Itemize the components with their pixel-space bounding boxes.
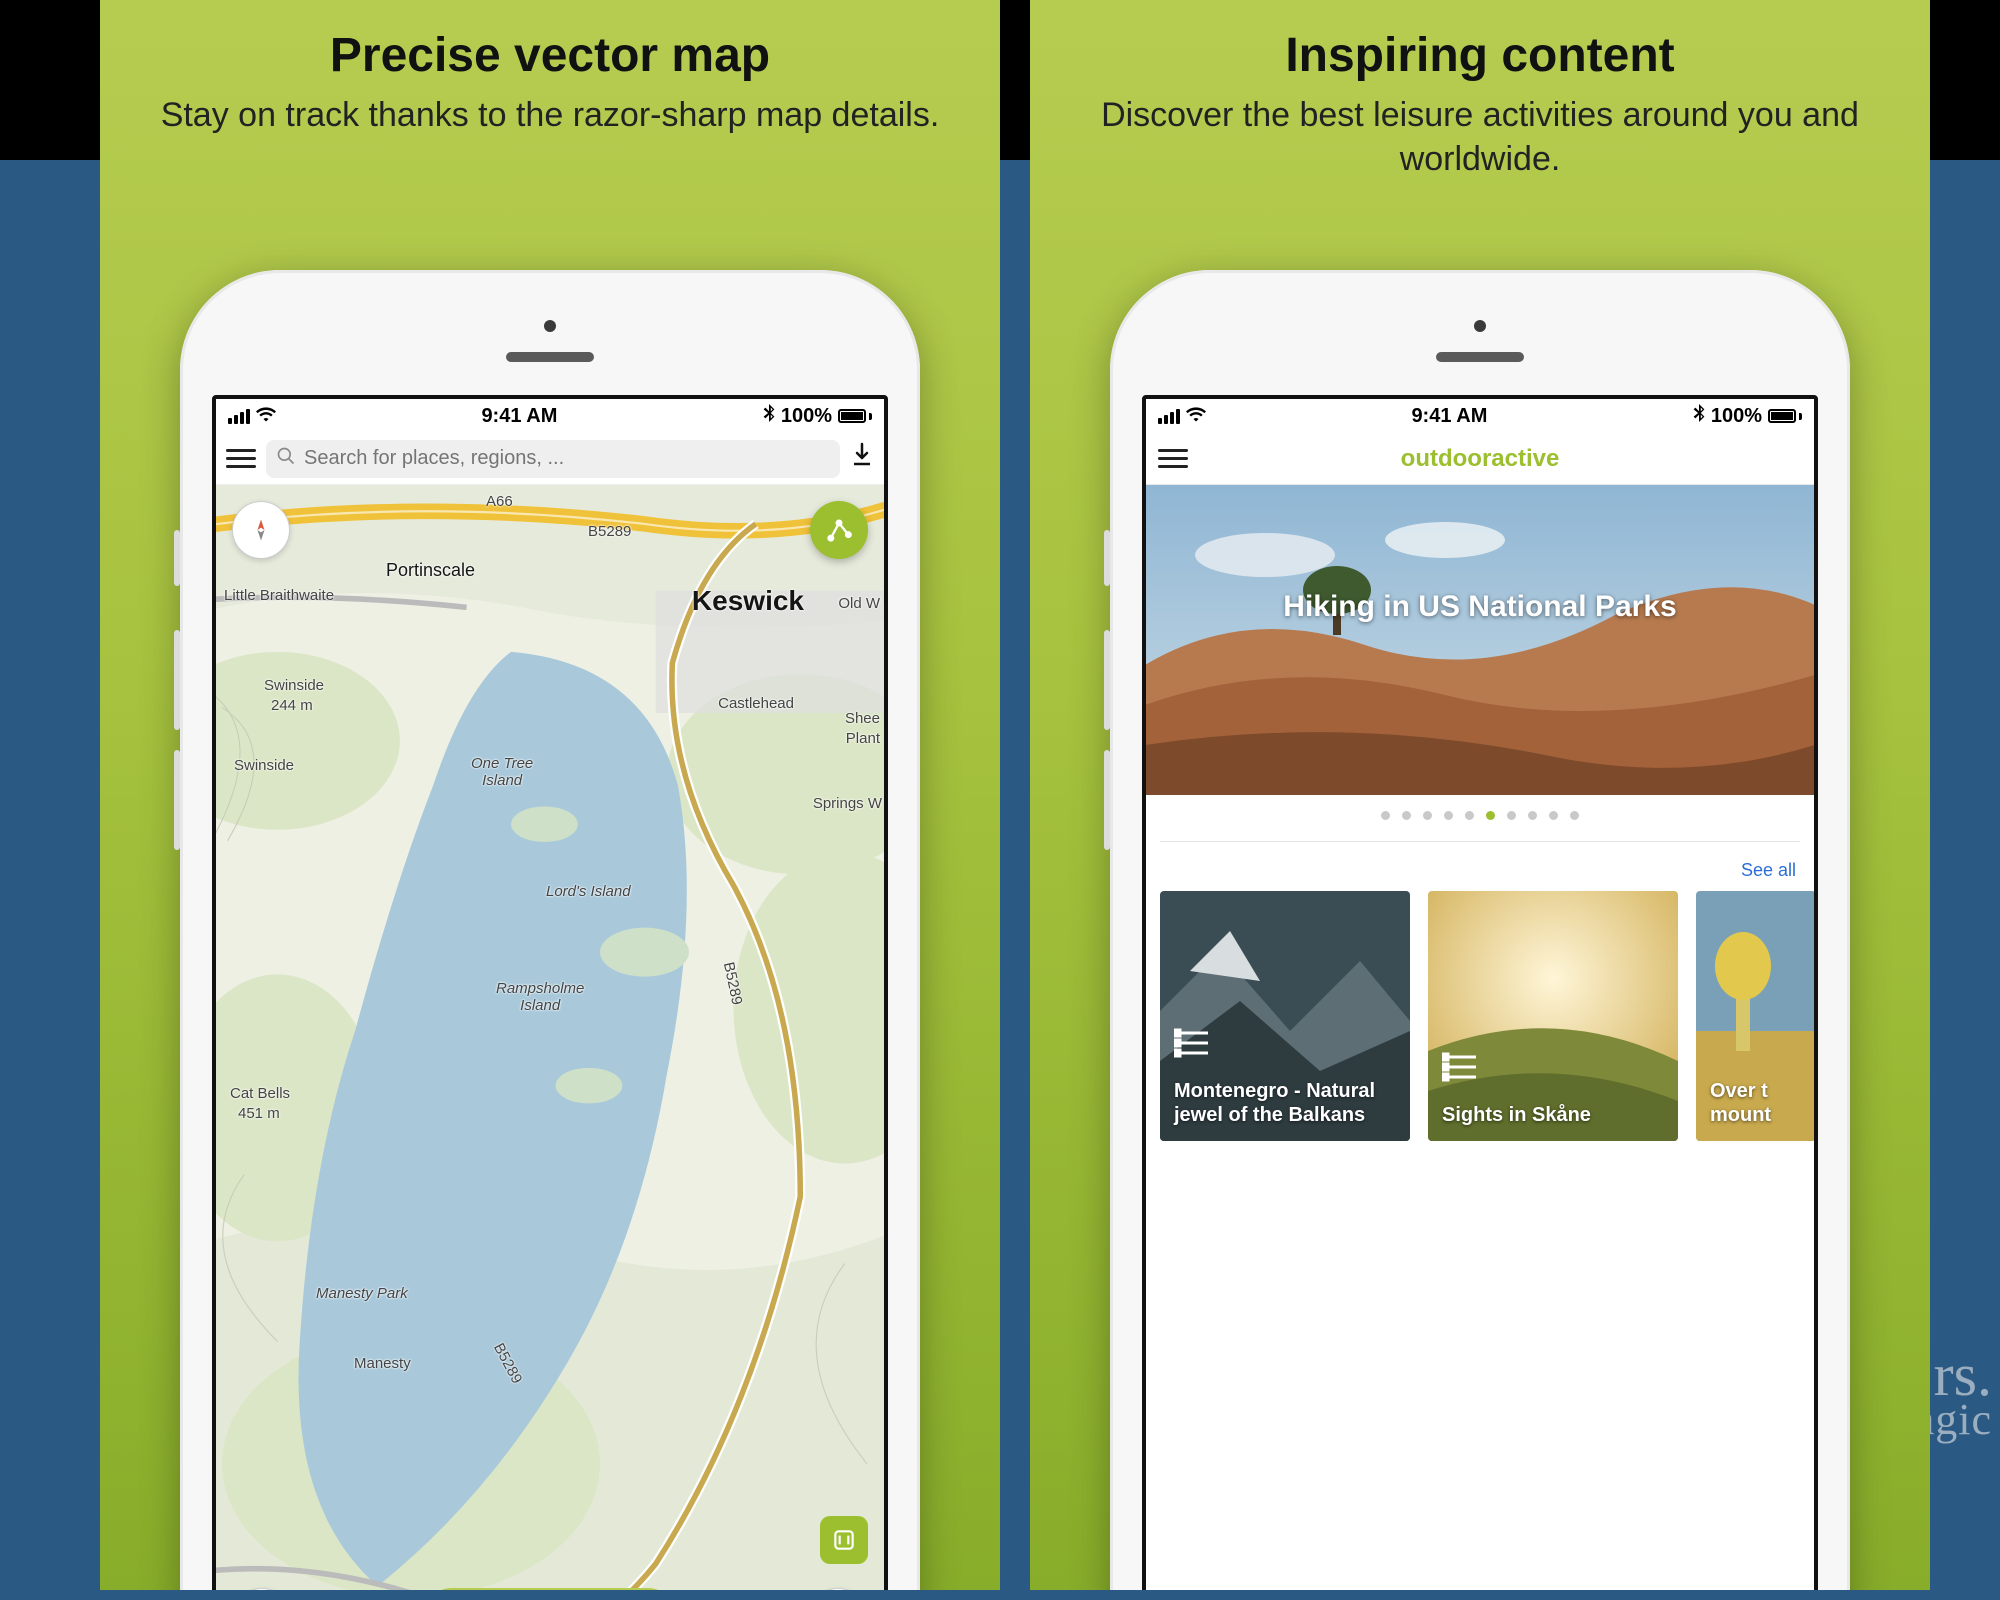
- content-card[interactable]: Montenegro - Natural jewel of the Balkan…: [1160, 891, 1410, 1141]
- map-label: Cat Bells: [230, 1085, 290, 1102]
- list-icon: [1174, 1028, 1396, 1063]
- wifi-icon: [256, 406, 276, 427]
- search-field[interactable]: [266, 440, 840, 478]
- map-label: 451 m: [238, 1105, 280, 1122]
- map-label: Castlehead: [718, 695, 794, 712]
- list-icon: [1442, 1052, 1664, 1087]
- hero-carousel[interactable]: Hiking in US National Parks: [1146, 485, 1814, 795]
- signal-icon: [228, 409, 250, 424]
- map-label: Rampsholme Island: [496, 980, 584, 1014]
- map-label-keswick: Keswick: [692, 585, 804, 617]
- hero-title: Hiking in US National Parks: [1146, 590, 1814, 624]
- bluetooth-icon: [763, 404, 775, 428]
- map-label: Shee: [845, 710, 880, 727]
- search-area-button[interactable]: Search this area: [425, 1588, 674, 1590]
- panel-title: Precise vector map: [100, 28, 1000, 83]
- route-button[interactable]: [810, 501, 868, 559]
- download-button[interactable]: [850, 442, 874, 475]
- card-title: Montenegro - Natural jewel of the Balkan…: [1174, 1079, 1396, 1127]
- map-label: Swinside: [234, 757, 294, 774]
- battery-icon: [838, 409, 872, 423]
- see-all-link[interactable]: See all: [1146, 860, 1814, 891]
- map-label: Little Braithwaite: [224, 587, 334, 604]
- panel-subtitle: Discover the best leisure activities aro…: [1030, 93, 1930, 181]
- map-canvas[interactable]: Keswick Portinscale Little Braithwaite S…: [216, 485, 884, 1590]
- card-title: Sights in Skåne: [1442, 1103, 1664, 1127]
- bluetooth-icon: [1693, 404, 1705, 428]
- carousel-dots[interactable]: [1146, 795, 1814, 835]
- content-card[interactable]: Over t mount: [1696, 891, 1814, 1141]
- promo-panel-discover: Inspiring content Discover the best leis…: [1030, 0, 1930, 1590]
- map-label: B5289: [588, 523, 631, 540]
- status-battery: 100%: [781, 405, 832, 428]
- battery-icon: [1768, 409, 1802, 423]
- panel-title: Inspiring content: [1030, 28, 1930, 83]
- map-label: Springs W: [813, 795, 882, 812]
- status-bar: 9:41 AM 100%: [216, 399, 884, 433]
- signal-icon: [1158, 409, 1180, 424]
- map-toolbar: [216, 433, 884, 485]
- map-label: 244 m: [271, 697, 313, 714]
- brand-bar: outdooractive: [1146, 433, 1814, 485]
- content-card[interactable]: Sights in Skåne: [1428, 891, 1678, 1141]
- brand-title: outdooractive: [1146, 445, 1814, 473]
- wifi-icon: [1186, 406, 1206, 427]
- map-style-button[interactable]: [820, 1516, 868, 1564]
- search-input[interactable]: [304, 447, 830, 470]
- card-title: Over t mount: [1710, 1079, 1802, 1127]
- card-row[interactable]: Montenegro - Natural jewel of the Balkan…: [1146, 891, 1814, 1141]
- panel-subtitle: Stay on track thanks to the razor-sharp …: [100, 93, 1000, 137]
- compass-button[interactable]: [232, 501, 290, 559]
- status-bar: 9:41 AM 100%: [1146, 399, 1814, 433]
- promo-panel-map: Precise vector map Stay on track thanks …: [100, 0, 1000, 1590]
- status-time: 9:41 AM: [1411, 405, 1487, 428]
- map-label: Swinside: [264, 677, 324, 694]
- status-battery: 100%: [1711, 405, 1762, 428]
- map-label: Portinscale: [386, 560, 475, 581]
- menu-button[interactable]: [226, 449, 256, 468]
- map-label: Manesty Park: [316, 1285, 408, 1302]
- phone-mockup: 9:41 AM 100%: [180, 270, 920, 1590]
- map-label: Old W: [838, 595, 880, 612]
- map-label: A66: [486, 493, 513, 510]
- phone-mockup: 9:41 AM 100% outdooractive: [1110, 270, 1850, 1590]
- map-label: One Tree Island: [471, 755, 533, 789]
- status-time: 9:41 AM: [481, 405, 557, 428]
- search-icon: [276, 446, 296, 472]
- map-label: Manesty: [354, 1355, 411, 1372]
- map-label: Plant: [846, 730, 880, 747]
- map-label: Lord's Island: [546, 883, 631, 900]
